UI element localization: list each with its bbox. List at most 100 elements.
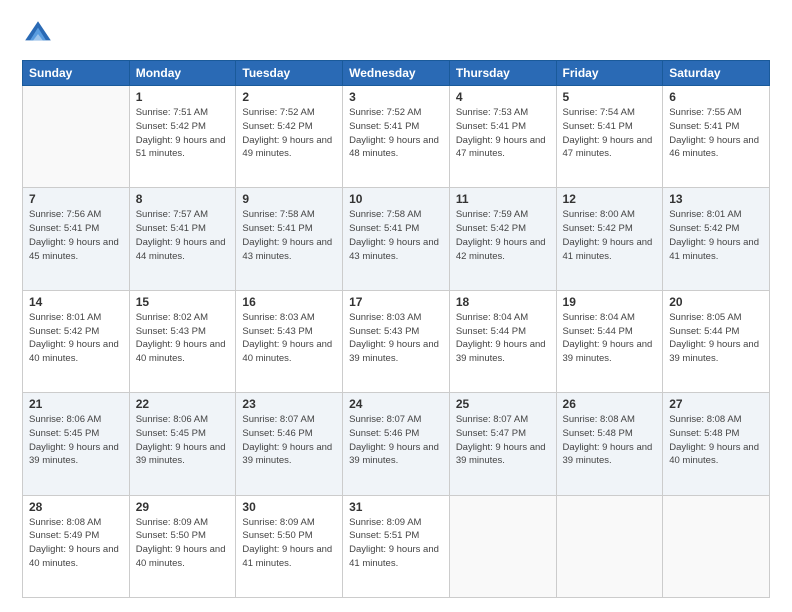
day-number: 12 [563, 192, 657, 206]
day-info: Sunrise: 8:07 AM Sunset: 5:46 PM Dayligh… [349, 413, 443, 468]
day-number: 1 [136, 90, 230, 104]
page: SundayMondayTuesdayWednesdayThursdayFrid… [0, 0, 792, 612]
day-number: 6 [669, 90, 763, 104]
calendar-cell: 19 Sunrise: 8:04 AM Sunset: 5:44 PM Dayli… [556, 290, 663, 392]
day-number: 20 [669, 295, 763, 309]
day-info: Sunrise: 7:55 AM Sunset: 5:41 PM Dayligh… [669, 106, 763, 161]
calendar-cell: 25 Sunrise: 8:07 AM Sunset: 5:47 PM Dayli… [449, 393, 556, 495]
day-info: Sunrise: 7:54 AM Sunset: 5:41 PM Dayligh… [563, 106, 657, 161]
day-info: Sunrise: 7:58 AM Sunset: 5:41 PM Dayligh… [349, 208, 443, 263]
header-monday: Monday [129, 61, 236, 86]
header-sunday: Sunday [23, 61, 130, 86]
day-number: 26 [563, 397, 657, 411]
day-info: Sunrise: 8:09 AM Sunset: 5:51 PM Dayligh… [349, 516, 443, 571]
day-info: Sunrise: 7:52 AM Sunset: 5:42 PM Dayligh… [242, 106, 336, 161]
calendar-cell: 31 Sunrise: 8:09 AM Sunset: 5:51 PM Dayli… [343, 495, 450, 597]
day-number: 19 [563, 295, 657, 309]
calendar-body: 1 Sunrise: 7:51 AM Sunset: 5:42 PM Daylig… [23, 86, 770, 598]
calendar-cell: 28 Sunrise: 8:08 AM Sunset: 5:49 PM Dayli… [23, 495, 130, 597]
calendar-header: SundayMondayTuesdayWednesdayThursdayFrid… [23, 61, 770, 86]
calendar-cell: 15Sunrise: 8:02 AM Sunset: 5:43 PM Dayli… [129, 290, 236, 392]
day-number: 11 [456, 192, 550, 206]
day-info: Sunrise: 8:00 AM Sunset: 5:42 PM Dayligh… [563, 208, 657, 263]
day-info: Sunrise: 8:08 AM Sunset: 5:48 PM Dayligh… [669, 413, 763, 468]
calendar-cell: 7 Sunrise: 7:56 AM Sunset: 5:41 PM Daylig… [23, 188, 130, 290]
day-info: Sunrise: 7:58 AM Sunset: 5:41 PM Dayligh… [242, 208, 336, 263]
week-row-0: 1 Sunrise: 7:51 AM Sunset: 5:42 PM Daylig… [23, 86, 770, 188]
day-number: 5 [563, 90, 657, 104]
day-info: Sunrise: 8:09 AM Sunset: 5:50 PM Dayligh… [242, 516, 336, 571]
day-number: 24 [349, 397, 443, 411]
calendar-cell: 9Sunrise: 7:58 AM Sunset: 5:41 PM Daylig… [236, 188, 343, 290]
header-wednesday: Wednesday [343, 61, 450, 86]
day-info: Sunrise: 8:08 AM Sunset: 5:48 PM Dayligh… [563, 413, 657, 468]
calendar-cell: 4 Sunrise: 7:53 AM Sunset: 5:41 PM Daylig… [449, 86, 556, 188]
calendar-cell: 10 Sunrise: 7:58 AM Sunset: 5:41 PM Dayli… [343, 188, 450, 290]
calendar-cell: 22 Sunrise: 8:06 AM Sunset: 5:45 PM Dayli… [129, 393, 236, 495]
day-info: Sunrise: 7:51 AM Sunset: 5:42 PM Dayligh… [136, 106, 230, 161]
day-info: Sunrise: 8:01 AM Sunset: 5:42 PM Dayligh… [29, 311, 123, 366]
day-number: 28 [29, 500, 123, 514]
header-tuesday: Tuesday [236, 61, 343, 86]
day-info: Sunrise: 8:04 AM Sunset: 5:44 PM Dayligh… [563, 311, 657, 366]
calendar-cell: 14Sunrise: 8:01 AM Sunset: 5:42 PM Dayli… [23, 290, 130, 392]
day-number: 31 [349, 500, 443, 514]
day-number: 2 [242, 90, 336, 104]
day-info: Sunrise: 8:07 AM Sunset: 5:46 PM Dayligh… [242, 413, 336, 468]
week-row-4: 28 Sunrise: 8:08 AM Sunset: 5:49 PM Dayli… [23, 495, 770, 597]
day-number: 25 [456, 397, 550, 411]
day-number: 21 [29, 397, 123, 411]
calendar-cell: 8 Sunrise: 7:57 AM Sunset: 5:41 PM Daylig… [129, 188, 236, 290]
logo-icon [22, 18, 54, 50]
day-info: Sunrise: 8:03 AM Sunset: 5:43 PM Dayligh… [349, 311, 443, 366]
day-number: 17 [349, 295, 443, 309]
calendar-cell: 21 Sunrise: 8:06 AM Sunset: 5:45 PM Dayli… [23, 393, 130, 495]
header-thursday: Thursday [449, 61, 556, 86]
day-info: Sunrise: 8:06 AM Sunset: 5:45 PM Dayligh… [136, 413, 230, 468]
day-info: Sunrise: 7:53 AM Sunset: 5:41 PM Dayligh… [456, 106, 550, 161]
day-number: 23 [242, 397, 336, 411]
day-info: Sunrise: 8:06 AM Sunset: 5:45 PM Dayligh… [29, 413, 123, 468]
day-info: Sunrise: 8:05 AM Sunset: 5:44 PM Dayligh… [669, 311, 763, 366]
calendar-cell: 18Sunrise: 8:04 AM Sunset: 5:44 PM Dayli… [449, 290, 556, 392]
calendar-cell: 29Sunrise: 8:09 AM Sunset: 5:50 PM Dayli… [129, 495, 236, 597]
logo [22, 18, 58, 50]
calendar-cell: 23 Sunrise: 8:07 AM Sunset: 5:46 PM Dayli… [236, 393, 343, 495]
calendar-cell: 24 Sunrise: 8:07 AM Sunset: 5:46 PM Dayli… [343, 393, 450, 495]
header-saturday: Saturday [663, 61, 770, 86]
day-number: 4 [456, 90, 550, 104]
calendar-cell [556, 495, 663, 597]
calendar-cell: 20 Sunrise: 8:05 AM Sunset: 5:44 PM Dayli… [663, 290, 770, 392]
calendar-cell: 2 Sunrise: 7:52 AM Sunset: 5:42 PM Daylig… [236, 86, 343, 188]
header-friday: Friday [556, 61, 663, 86]
day-info: Sunrise: 7:56 AM Sunset: 5:41 PM Dayligh… [29, 208, 123, 263]
calendar-cell: 5 Sunrise: 7:54 AM Sunset: 5:41 PM Daylig… [556, 86, 663, 188]
calendar-cell [23, 86, 130, 188]
calendar-cell: 11 Sunrise: 7:59 AM Sunset: 5:42 PM Dayli… [449, 188, 556, 290]
day-number: 15 [136, 295, 230, 309]
day-number: 30 [242, 500, 336, 514]
calendar-cell [449, 495, 556, 597]
day-number: 18 [456, 295, 550, 309]
day-info: Sunrise: 7:57 AM Sunset: 5:41 PM Dayligh… [136, 208, 230, 263]
day-info: Sunrise: 8:07 AM Sunset: 5:47 PM Dayligh… [456, 413, 550, 468]
day-number: 22 [136, 397, 230, 411]
calendar-cell: 27 Sunrise: 8:08 AM Sunset: 5:48 PM Dayli… [663, 393, 770, 495]
calendar-cell: 12 Sunrise: 8:00 AM Sunset: 5:42 PM Dayli… [556, 188, 663, 290]
day-info: Sunrise: 7:52 AM Sunset: 5:41 PM Dayligh… [349, 106, 443, 161]
day-number: 8 [136, 192, 230, 206]
day-info: Sunrise: 8:08 AM Sunset: 5:49 PM Dayligh… [29, 516, 123, 571]
day-info: Sunrise: 8:01 AM Sunset: 5:42 PM Dayligh… [669, 208, 763, 263]
calendar-cell: 1 Sunrise: 7:51 AM Sunset: 5:42 PM Daylig… [129, 86, 236, 188]
day-info: Sunrise: 7:59 AM Sunset: 5:42 PM Dayligh… [456, 208, 550, 263]
calendar-cell: 26 Sunrise: 8:08 AM Sunset: 5:48 PM Dayli… [556, 393, 663, 495]
day-number: 27 [669, 397, 763, 411]
day-number: 13 [669, 192, 763, 206]
week-row-2: 14Sunrise: 8:01 AM Sunset: 5:42 PM Dayli… [23, 290, 770, 392]
calendar-cell: 13 Sunrise: 8:01 AM Sunset: 5:42 PM Dayli… [663, 188, 770, 290]
day-number: 7 [29, 192, 123, 206]
calendar-cell: 30 Sunrise: 8:09 AM Sunset: 5:50 PM Dayli… [236, 495, 343, 597]
calendar-cell: 16Sunrise: 8:03 AM Sunset: 5:43 PM Dayli… [236, 290, 343, 392]
day-number: 10 [349, 192, 443, 206]
week-row-1: 7 Sunrise: 7:56 AM Sunset: 5:41 PM Daylig… [23, 188, 770, 290]
